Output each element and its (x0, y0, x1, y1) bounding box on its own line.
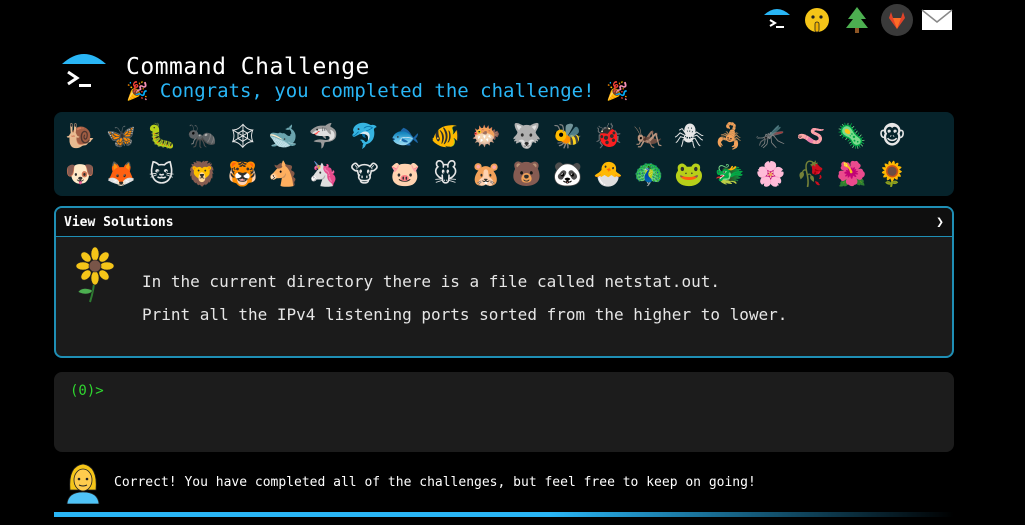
progress-bar (54, 512, 954, 517)
scorpion-icon[interactable]: 🦂 (710, 117, 751, 155)
dragon-icon[interactable]: 🐲 (710, 155, 751, 193)
solutions-panel: View Solutions ❯ In the current director… (54, 206, 954, 358)
challenge-emoji-bar: 🐌 🦋 🐛 🐜 🕸 🐋 🦈 🐬 🐟 🐠 🐡 🐺 🐝 🐞 🦗 🕷 🦂 🦟 🪱 🦠 🐵 🐶 🦊 🐱 🦁 🐯 🐴 🦄 🐮 🐷 🐭 🐹 🐻 🐼 🐣 🦚 🐸 🐲 🌸 🥀… (54, 112, 954, 196)
terminal-input-area[interactable]: (0)> (54, 372, 954, 452)
horse-icon[interactable]: 🐴 (263, 155, 304, 193)
ladybug-icon[interactable]: 🐞 (588, 117, 629, 155)
whale-icon[interactable]: 🐋 (263, 117, 304, 155)
shark-icon[interactable]: 🦈 (304, 117, 345, 155)
bear-icon[interactable]: 🐻 (507, 155, 548, 193)
wilted-flower-icon[interactable]: 🥀 (791, 155, 832, 193)
hatching-chick-icon[interactable]: 🐣 (588, 155, 629, 193)
sunflower-icon (70, 246, 120, 304)
view-solutions-header[interactable]: View Solutions ❯ (56, 208, 952, 237)
tropical-fish-icon[interactable]: 🐠 (425, 117, 466, 155)
page-title: Command Challenge (126, 54, 370, 80)
gitlab-icon[interactable] (881, 4, 913, 36)
bee-icon[interactable]: 🐝 (547, 117, 588, 155)
status-message: Correct! You have completed all of the c… (114, 475, 756, 490)
woman-avatar-icon (64, 460, 102, 505)
spider-icon[interactable]: 🕷 (669, 117, 710, 155)
cricket-icon[interactable]: 🦗 (628, 117, 669, 155)
frog-icon[interactable]: 🐸 (669, 155, 710, 193)
snail-icon[interactable]: 🐌 (60, 117, 101, 155)
lion-icon[interactable]: 🦁 (182, 155, 223, 193)
party-popper-icon: 🎉 (606, 81, 629, 102)
shushing-face-icon[interactable] (801, 4, 833, 36)
dog-icon[interactable]: 🐶 (60, 155, 101, 193)
terminal-prompt: (0)> (70, 383, 104, 399)
hibiscus-icon[interactable]: 🌺 (831, 155, 872, 193)
peacock-icon[interactable]: 🦚 (628, 155, 669, 193)
congrats-text: Congrats, you completed the challenge! (159, 80, 595, 102)
terminal-umbrella-icon[interactable] (761, 4, 793, 36)
party-popper-icon: 🎉 (126, 81, 149, 102)
spider-web-icon[interactable]: 🕸 (222, 117, 263, 155)
microbe-icon[interactable]: 🦠 (831, 117, 872, 155)
view-solutions-label: View Solutions (64, 214, 174, 230)
wolf-icon[interactable]: 🐺 (507, 117, 548, 155)
hamster-icon[interactable]: 🐹 (466, 155, 507, 193)
dolphin-icon[interactable]: 🐬 (344, 117, 385, 155)
caterpillar-icon[interactable]: 🐛 (141, 117, 182, 155)
pig-icon[interactable]: 🐷 (385, 155, 426, 193)
blowfish-icon[interactable]: 🐡 (466, 117, 507, 155)
tiger-icon[interactable]: 🐯 (222, 155, 263, 193)
panda-icon[interactable]: 🐼 (547, 155, 588, 193)
envelope-icon[interactable] (921, 4, 953, 36)
fly-icon[interactable]: 🦟 (750, 117, 791, 155)
challenge-description-line2: Print all the IPv4 listening ports sorte… (142, 305, 788, 324)
fish-icon[interactable]: 🐟 (385, 117, 426, 155)
cow-icon[interactable]: 🐮 (344, 155, 385, 193)
chevron-right-icon[interactable]: ❯ (936, 215, 944, 230)
challenge-description-line1: In the current directory there is a file… (142, 272, 720, 291)
tree-icon[interactable] (841, 4, 873, 36)
fox-icon[interactable]: 🦊 (101, 155, 142, 193)
cherry-blossom-icon[interactable]: 🌸 (750, 155, 791, 193)
worm-icon[interactable]: 🪱 (791, 117, 832, 155)
logo-icon (60, 48, 108, 96)
sunflower-icon[interactable]: 🌻 (872, 155, 913, 193)
butterfly-icon[interactable]: 🦋 (101, 117, 142, 155)
monkey-icon[interactable]: 🐵 (872, 117, 913, 155)
mouse-icon[interactable]: 🐭 (425, 155, 466, 193)
top-icon-bar (761, 4, 953, 36)
ant-icon[interactable]: 🐜 (182, 117, 223, 155)
unicorn-icon[interactable]: 🦄 (304, 155, 345, 193)
cat-icon[interactable]: 🐱 (141, 155, 182, 193)
congrats-subtitle: 🎉 Congrats, you completed the challenge!… (126, 80, 628, 102)
progress-bar-fill (54, 512, 954, 517)
